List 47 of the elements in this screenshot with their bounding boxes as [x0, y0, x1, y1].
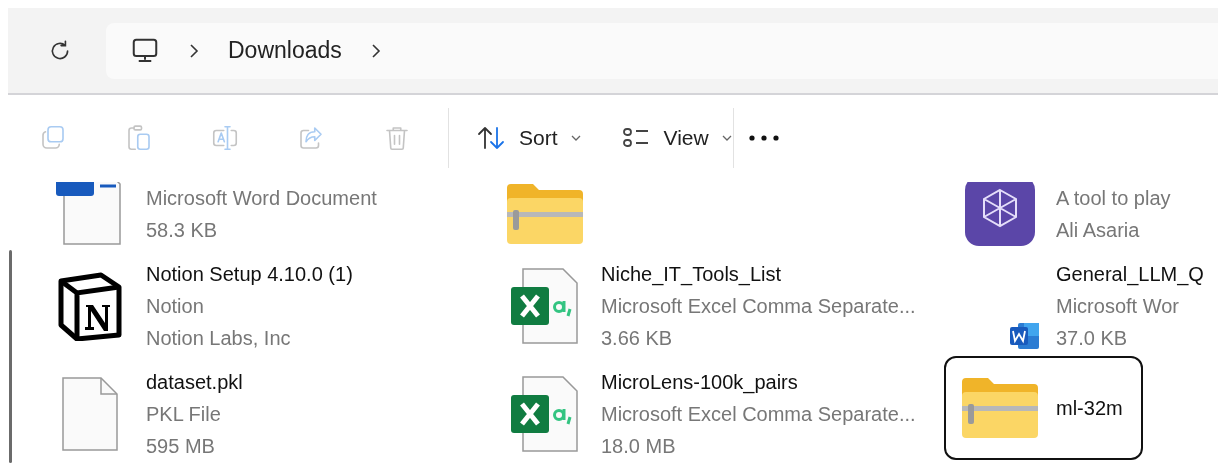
file-detail: Notion	[146, 294, 205, 319]
sort-button[interactable]: Sort	[469, 107, 588, 168]
chevron-icon	[188, 42, 200, 59]
scrollbar[interactable]	[9, 250, 12, 463]
file-detail: Microsoft Wor	[1056, 294, 1180, 319]
file-detail: A tool to play	[1056, 186, 1171, 211]
file-name: General_LLM_Q	[1056, 262, 1204, 288]
file-detail: 18.0 MB	[601, 434, 677, 459]
file-detail: 37.0 KB	[1056, 326, 1129, 351]
word-icon	[1010, 322, 1040, 350]
app-icon	[965, 182, 1035, 246]
file-detail: 58.3 KB	[146, 218, 219, 243]
ellipsis-icon	[747, 133, 780, 142]
chevron-icon	[369, 42, 382, 59]
spreadsheet-file-icon	[511, 267, 579, 345]
spreadsheet-file-icon	[511, 375, 579, 453]
blank-file-icon	[61, 376, 119, 452]
file-name: dataset.pkl	[146, 370, 243, 395]
file-detail: Ali Asaria	[1056, 218, 1141, 243]
file-tile[interactable]: MicroLens-100k_pairs Microsoft Excel Comma Separate... 18.0 MB	[489, 364, 932, 460]
file-tile[interactable]: A tool to play Ali Asaria	[944, 180, 1187, 244]
file-name: MicroLens-100k_pairs	[601, 370, 799, 396]
file-detail: 595 MB	[146, 434, 216, 459]
file-detail: Notion Labs, Inc	[146, 326, 292, 351]
file-tile[interactable]: Notion Setup 4.10.0 (1) Notion Notion Labs, Inc	[34, 256, 369, 352]
file-detail: Microsoft Word Document	[146, 186, 377, 211]
breadcrumb-item[interactable]: Downloads	[228, 37, 342, 64]
file-detail: Microsoft Excel Comma Separate...	[601, 294, 916, 319]
view-button[interactable]: View	[615, 107, 739, 168]
word-document-icon	[56, 182, 124, 246]
address-bar[interactable]: Downloads	[106, 22, 1218, 79]
file-name: ml-32m	[1056, 396, 1123, 421]
caret-icon	[569, 133, 582, 142]
file-name: Notion Setup 4.10.0 (1)	[146, 262, 353, 287]
file-tile[interactable]: Niche_IT_Tools_List Microsoft Excel Comma Separate... 3.66 KB	[489, 256, 932, 352]
file-detail: Microsoft Excel Comma Separate...	[601, 402, 916, 427]
file-tile[interactable]: General_LLM_Q Microsoft Wor 37.0 KB	[944, 256, 1218, 352]
file-tile[interactable]: dataset.pkl PKL File 595 MB	[34, 364, 259, 460]
zip-folder-icon	[960, 376, 1040, 440]
caret-icon	[720, 133, 733, 142]
file-detail: 3.66 KB	[601, 326, 674, 351]
file-tile[interactable]: Microsoft Word Document 58.3 KB	[34, 180, 393, 244]
file-tile[interactable]: ml-32m	[944, 356, 1143, 460]
zip-folder-icon	[505, 182, 585, 246]
file-name: Niche_IT_Tools_List	[601, 262, 783, 288]
file-detail: PKL File	[146, 402, 222, 427]
notion-logo-icon	[57, 271, 123, 341]
